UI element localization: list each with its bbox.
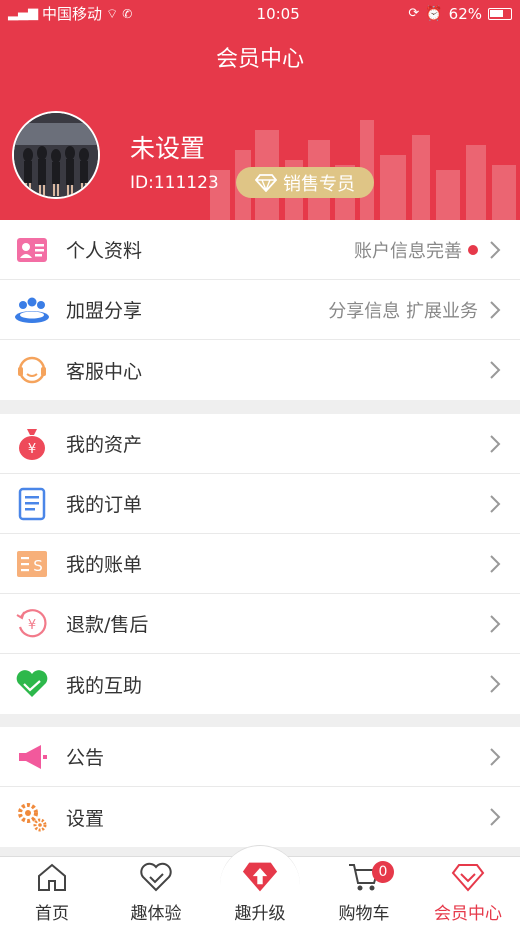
group-people-icon <box>14 292 50 328</box>
tab-label: 购物车 <box>338 904 390 924</box>
chevron-right-icon <box>490 614 501 633</box>
menu-label: 个人资料 <box>66 240 143 262</box>
tab-member-center[interactable]: 会员中心 <box>416 857 520 932</box>
profile-header: 会员中心 未设置 ID:111123 销售专员 <box>0 27 520 220</box>
chevron-right-icon <box>490 240 501 259</box>
menu-item-refund[interactable]: ¥ 退款/售后 <box>0 594 520 654</box>
phone-hd-icon: ✆ <box>122 6 133 21</box>
megaphone-icon <box>14 739 50 775</box>
menu-item-my-assets[interactable]: ¥ 我的资产 <box>0 414 520 474</box>
menu-label: 我的账单 <box>66 554 143 576</box>
status-bar: ▂▄▆ 中国移动 ⌔ ✆ 10:05 ⟳ ⏰ 62% <box>0 0 520 27</box>
svg-text:¥: ¥ <box>28 442 36 457</box>
tab-experience[interactable]: 趣体验 <box>104 857 208 932</box>
chevron-right-icon <box>490 361 501 379</box>
menu-item-announcement[interactable]: 公告 <box>0 727 520 787</box>
id-card-icon <box>14 232 50 268</box>
menu-item-mutual-aid[interactable]: 我的互助 <box>0 654 520 714</box>
menu-label: 我的订单 <box>66 494 143 516</box>
menu-item-my-orders[interactable]: 我的订单 <box>0 474 520 534</box>
refund-icon: ¥ <box>14 606 50 642</box>
menu-label: 我的互助 <box>66 674 143 697</box>
svg-text:S: S <box>33 557 43 575</box>
tab-upgrade[interactable]: 趣升级 <box>208 845 312 932</box>
chevron-right-icon <box>490 494 501 513</box>
menu-item-customer-service[interactable]: 客服中心 <box>0 340 520 400</box>
chevron-right-icon <box>490 747 501 766</box>
menu-item-personal-info[interactable]: 个人资料 账户信息完善 <box>0 220 520 280</box>
menu-value: 账户信息完善 <box>354 237 478 263</box>
tab-label: 首页 <box>35 904 69 924</box>
chevron-right-icon <box>490 300 501 319</box>
avatar-photo <box>14 113 98 197</box>
battery-icon <box>488 7 512 20</box>
menu-label: 客服中心 <box>66 360 143 383</box>
cart-count-badge: 0 <box>372 861 394 883</box>
gear-icon <box>14 799 50 835</box>
menu-group-finance: ¥ 我的资产 我的订单 S 我的账单 ¥ 退款/售后 我的互助 <box>0 414 520 714</box>
menu-label: 设置 <box>66 807 105 830</box>
page-title: 会员中心 <box>215 47 304 72</box>
menu-label: 退款/售后 <box>66 614 149 636</box>
money-bag-icon: ¥ <box>14 426 50 462</box>
chevron-right-icon <box>490 675 501 693</box>
carrier-label: 中国移动 <box>42 5 103 23</box>
document-icon <box>14 486 50 522</box>
svg-text:¥: ¥ <box>28 618 36 633</box>
badge-label: 销售专员 <box>283 173 355 195</box>
bottom-tab-bar: 首页 趣体验 趣升级 0 购物车 会员中心 <box>0 845 520 932</box>
menu-item-settings[interactable]: 设置 <box>0 787 520 847</box>
menu-item-join-share[interactable]: 加盟分享 分享信息 扩展业务 <box>0 280 520 340</box>
city-skyline-decoration <box>210 120 516 220</box>
tab-label: 趣体验 <box>130 904 182 924</box>
user-name: 未设置 <box>130 134 206 163</box>
menu-item-my-bills[interactable]: S 我的账单 <box>0 534 520 594</box>
menu-group-misc: 公告 设置 <box>0 727 520 847</box>
tab-cart[interactable]: 0 购物车 <box>312 857 416 932</box>
diamond-icon <box>450 859 486 895</box>
menu-group-account: 个人资料 账户信息完善 加盟分享 分享信息 扩展业务 客服中心 <box>0 220 520 400</box>
menu-value-text: 账户信息完善 <box>354 240 462 262</box>
home-icon <box>34 859 70 895</box>
menu-label: 我的资产 <box>66 434 143 456</box>
tab-label: 趣升级 <box>234 904 286 924</box>
menu-label: 加盟分享 <box>66 300 143 322</box>
heart-check-icon <box>138 859 174 895</box>
chevron-right-icon <box>490 554 501 573</box>
menu-value: 分享信息 扩展业务 <box>328 300 478 322</box>
heart-hands-icon <box>14 666 50 702</box>
diamond-icon <box>255 173 277 192</box>
bill-icon: S <box>14 546 50 582</box>
upgrade-arrow-icon <box>242 859 278 895</box>
avatar[interactable] <box>12 111 100 199</box>
chevron-right-icon <box>490 808 501 826</box>
menu-label: 公告 <box>66 747 105 769</box>
headset-icon <box>14 352 50 388</box>
tab-home[interactable]: 首页 <box>0 857 104 932</box>
sales-rep-badge: 销售专员 <box>236 167 374 198</box>
tab-label: 会员中心 <box>434 904 502 924</box>
notification-dot <box>468 244 478 255</box>
status-time: 10:05 <box>256 4 300 23</box>
alarm-icon: ⏰ <box>425 5 443 22</box>
lock-rotation-icon: ⟳ <box>408 6 420 21</box>
chevron-right-icon <box>490 434 501 453</box>
wifi-icon: ⌔ <box>106 6 119 22</box>
battery-percent: 62% <box>448 4 482 23</box>
signal-icon: ▂▄▆ <box>8 6 38 21</box>
user-id: ID:111123 <box>130 173 219 193</box>
